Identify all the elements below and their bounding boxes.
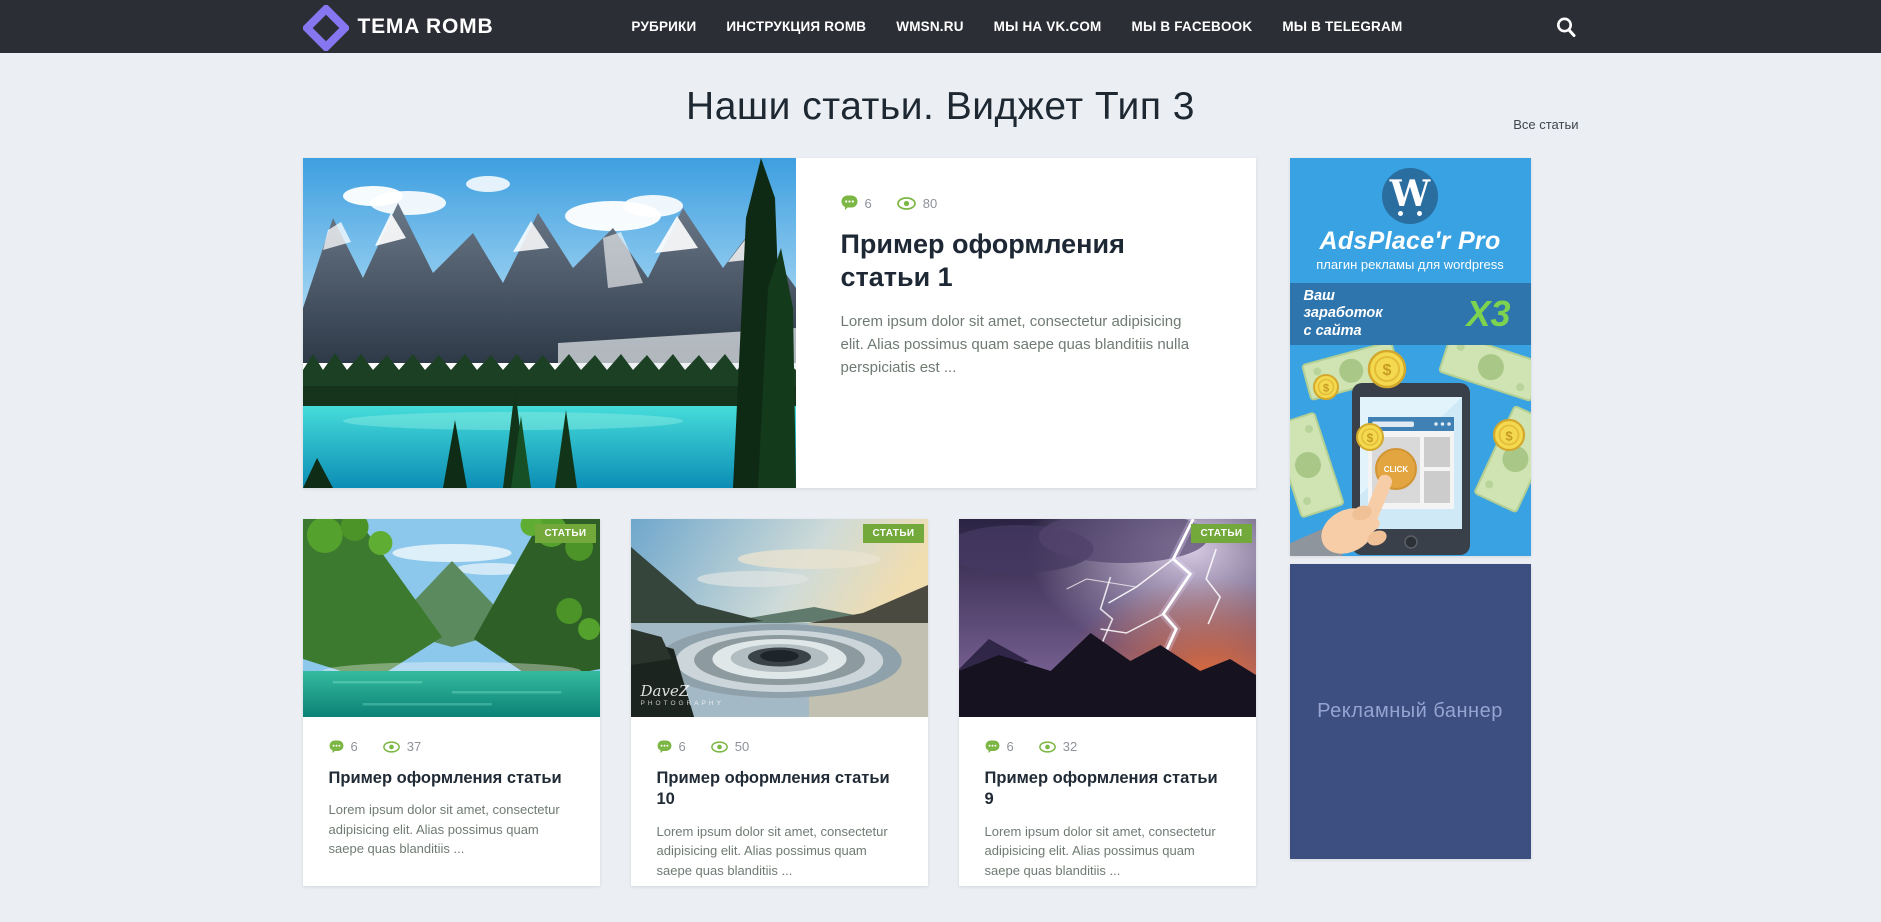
nav-item-rubriki[interactable]: РУБРИКИ bbox=[631, 19, 696, 34]
views-count: 37 bbox=[406, 739, 422, 754]
article-title[interactable]: Пример оформления статьи 9 bbox=[985, 768, 1230, 811]
ad-banner-label: Рекламный баннер bbox=[1317, 700, 1503, 722]
adsplacer-ad-banner[interactable]: W AdsPlace'r Pro плагин рекламы для word… bbox=[1289, 158, 1531, 556]
svg-text:$: $ bbox=[1322, 383, 1328, 395]
comments-count: 6 bbox=[678, 739, 686, 754]
nav-item-instrukciya[interactable]: ИНСТРУКЦИЯ ROMB bbox=[726, 19, 866, 34]
logo-wheel bbox=[1398, 211, 1403, 216]
click-button-label: CLICK bbox=[1383, 465, 1408, 474]
featured-article-title[interactable]: Пример оформления статьи 1 bbox=[841, 228, 1141, 294]
article-title[interactable]: Пример оформления статьи bbox=[329, 768, 574, 789]
comments-icon bbox=[985, 739, 999, 753]
article-excerpt: Lorem ipsum dolor sit amet, consectetur … bbox=[984, 823, 1216, 878]
article-image[interactable]: СТАТЬИ bbox=[958, 519, 1256, 717]
ad-subtitle: плагин рекламы для wordpress bbox=[1316, 257, 1504, 272]
svg-text:$: $ bbox=[1366, 431, 1373, 445]
article-meta: 6 37 bbox=[329, 739, 574, 754]
article-image[interactable]: СТАТЬИ bbox=[302, 519, 600, 717]
article-image[interactable]: СТАТЬИ DaveZ PHOTOGRAPHY bbox=[630, 519, 928, 717]
search-icon[interactable] bbox=[1553, 14, 1579, 40]
views-icon bbox=[382, 740, 400, 753]
page-title: Наши статьи. Виджет Тип 3 bbox=[686, 85, 1195, 128]
comments-count: 6 bbox=[864, 195, 872, 211]
sidebar: W AdsPlace'r Pro плагин рекламы для word… bbox=[1289, 158, 1531, 886]
ad-banner-placeholder[interactable]: Рекламный баннер bbox=[1289, 564, 1531, 859]
comments-count: 6 bbox=[1006, 739, 1014, 754]
category-badge[interactable]: СТАТЬИ bbox=[535, 524, 596, 543]
wordpress-cart-logo: W bbox=[1382, 168, 1438, 224]
article-card: СТАТЬИ 6 37 Пример оформления статьи Lor… bbox=[302, 519, 600, 886]
main-nav: РУБРИКИ ИНСТРУКЦИЯ ROMB WMSN.RU МЫ НА VK… bbox=[631, 19, 1402, 34]
article-excerpt: Lorem ipsum dolor sit amet, consectetur … bbox=[656, 823, 888, 878]
views-count: 50 bbox=[734, 739, 750, 754]
nav-item-vk[interactable]: МЫ НА VK.COM bbox=[994, 19, 1102, 34]
views-count: 80 bbox=[922, 195, 938, 211]
comments-icon bbox=[841, 195, 857, 210]
comments-count: 6 bbox=[350, 739, 358, 754]
category-badge[interactable]: СТАТЬИ bbox=[863, 524, 924, 543]
featured-article-card: 6 80 Пример оформления статьи 1 Lorem ip… bbox=[302, 158, 1256, 488]
article-card: СТАТЬИ 6 32 Пример оформления статьи 9 L… bbox=[958, 519, 1256, 886]
views-icon bbox=[710, 740, 728, 753]
photo-watermark: DaveZ PHOTOGRAPHY bbox=[640, 681, 724, 707]
nav-item-wmsn[interactable]: WMSN.RU bbox=[896, 19, 963, 34]
section-header: Наши статьи. Виджет Тип 3 Все статьи bbox=[303, 53, 1578, 156]
dollar-coin: $ bbox=[1367, 349, 1406, 389]
nav-item-facebook[interactable]: МЫ В FACEBOOK bbox=[1132, 19, 1253, 34]
svg-text:$: $ bbox=[1505, 429, 1513, 444]
brand-name[interactable]: TEMA ROMB bbox=[358, 15, 494, 39]
all-articles-link[interactable]: Все статьи bbox=[1513, 117, 1578, 132]
ad-slogan: Ваш заработок с сайта bbox=[1303, 288, 1383, 339]
featured-article-image[interactable] bbox=[302, 158, 796, 488]
article-title[interactable]: Пример оформления статьи 10 bbox=[657, 768, 902, 811]
article-meta: 6 32 bbox=[985, 739, 1230, 754]
category-badge[interactable]: СТАТЬИ bbox=[1191, 524, 1252, 543]
site-logo[interactable]: TEMA ROMB bbox=[302, 3, 494, 51]
article-excerpt: Lorem ipsum dolor sit amet, consectetur … bbox=[328, 802, 560, 857]
ad-illustration: CLICK $ $ $ $ bbox=[1289, 345, 1531, 556]
article-card: СТАТЬИ DaveZ PHOTOGRAPHY 6 50 Пример офо… bbox=[630, 519, 928, 886]
views-icon bbox=[1038, 740, 1056, 753]
comments-icon bbox=[329, 739, 343, 753]
top-navbar: TEMA ROMB РУБРИКИ ИНСТРУКЦИЯ ROMB WMSN.R… bbox=[0, 0, 1881, 53]
comments-icon bbox=[657, 739, 671, 753]
views-count: 32 bbox=[1062, 739, 1078, 754]
svg-text:$: $ bbox=[1382, 362, 1391, 379]
ad-multiplier: X3 bbox=[1466, 293, 1511, 334]
logo-wheel bbox=[1417, 211, 1422, 216]
ad-title: AdsPlace'r Pro bbox=[1319, 227, 1501, 255]
nav-item-telegram[interactable]: МЫ В TELEGRAM bbox=[1282, 19, 1402, 34]
articles-column: 6 80 Пример оформления статьи 1 Lorem ip… bbox=[302, 158, 1256, 886]
views-icon bbox=[896, 196, 916, 210]
romb-diamond-icon bbox=[302, 4, 349, 51]
featured-meta: 6 80 bbox=[841, 195, 1256, 211]
featured-article-excerpt: Lorem ipsum dolor sit amet, consectetur … bbox=[840, 312, 1190, 377]
article-meta: 6 50 bbox=[657, 739, 902, 754]
